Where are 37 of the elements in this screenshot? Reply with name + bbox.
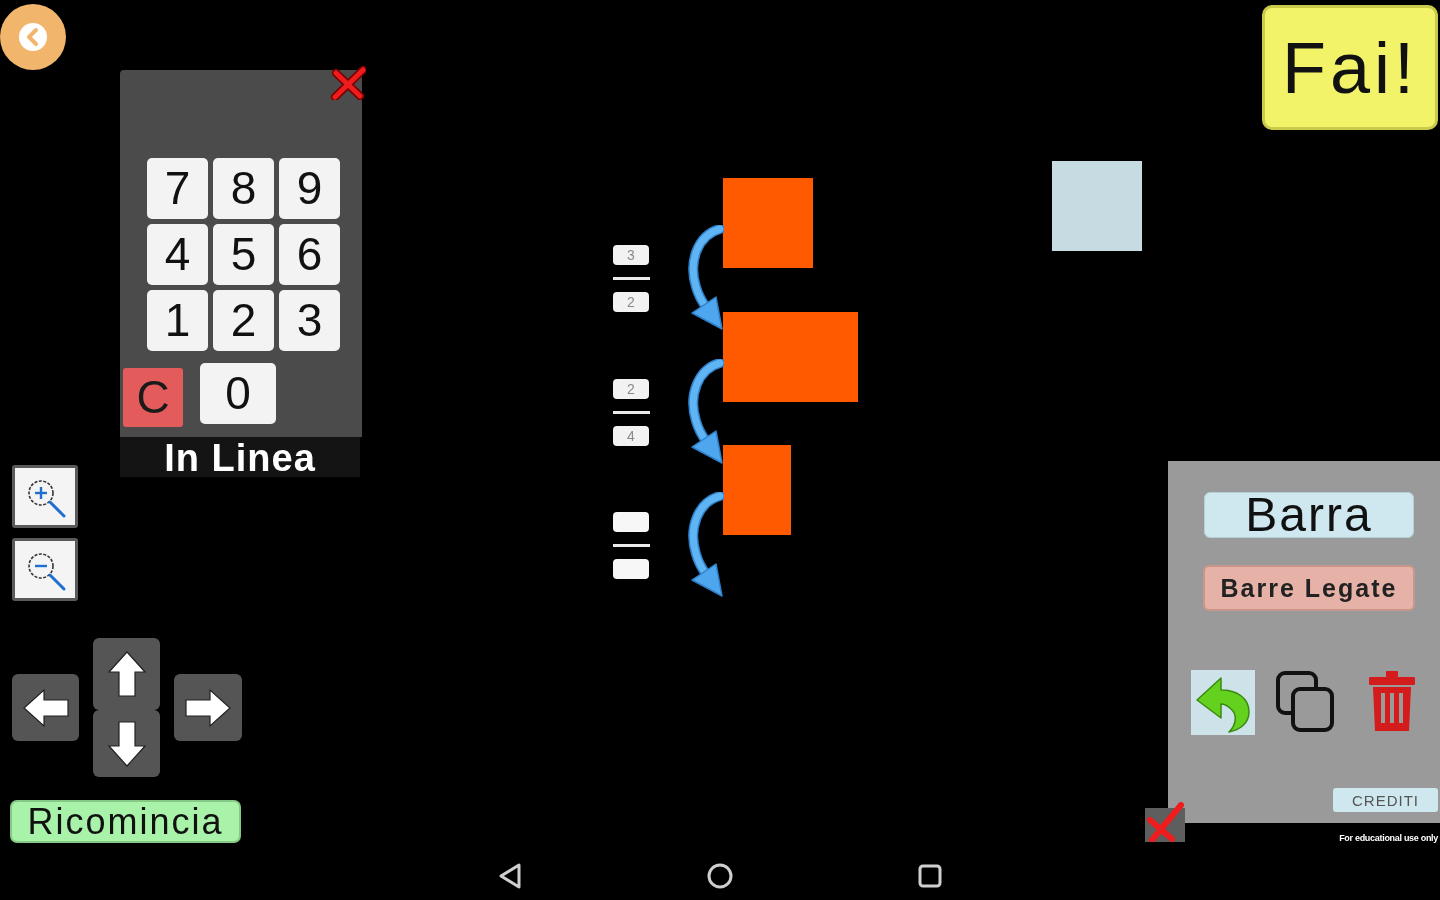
digit-key[interactable]: 0 xyxy=(200,363,276,424)
undo-icon[interactable] xyxy=(1191,670,1255,735)
move-down-button[interactable] xyxy=(93,710,160,777)
digit-key[interactable]: 6 xyxy=(279,224,340,285)
move-up-button[interactable] xyxy=(93,638,160,710)
mode-button[interactable]: Barra xyxy=(1204,492,1414,538)
fraction-line xyxy=(613,544,650,547)
footer-note: For educational use only xyxy=(1339,833,1438,843)
credits-button[interactable]: CREDITI xyxy=(1333,788,1438,812)
fraction-line xyxy=(613,411,650,414)
close-icon[interactable] xyxy=(330,66,366,100)
digit-key[interactable]: 9 xyxy=(279,158,340,219)
fraction-line xyxy=(613,277,650,280)
clear-key[interactable]: C xyxy=(123,368,183,427)
chevron-left-icon xyxy=(18,22,48,52)
digit-key[interactable]: 3 xyxy=(279,290,340,351)
mode-label: In Linea xyxy=(120,437,360,477)
move-left-button[interactable] xyxy=(12,674,79,741)
recents-icon[interactable] xyxy=(918,864,942,888)
zoom-out-button[interactable] xyxy=(12,538,78,601)
digit-key[interactable]: 5 xyxy=(213,224,274,285)
move-right-button[interactable] xyxy=(174,674,242,741)
zoom-in-button[interactable] xyxy=(12,465,78,528)
digit-key[interactable]: 2 xyxy=(213,290,274,351)
home-icon[interactable] xyxy=(707,863,733,889)
numerator-field[interactable] xyxy=(613,512,649,532)
do-button[interactable]: Fai! xyxy=(1262,5,1438,130)
mode-button[interactable]: Barre Legate xyxy=(1203,565,1415,611)
copy-icon[interactable] xyxy=(1275,670,1335,733)
digit-key[interactable]: 8 xyxy=(213,158,274,219)
digit-key[interactable]: 4 xyxy=(147,224,208,285)
close-icon[interactable] xyxy=(1145,802,1185,842)
back-icon[interactable] xyxy=(498,862,522,890)
digit-key[interactable]: 1 xyxy=(147,290,208,351)
restart-button[interactable]: Ricomincia xyxy=(10,800,241,843)
digit-key[interactable]: 7 xyxy=(147,158,208,219)
denominator-field[interactable] xyxy=(613,559,649,579)
